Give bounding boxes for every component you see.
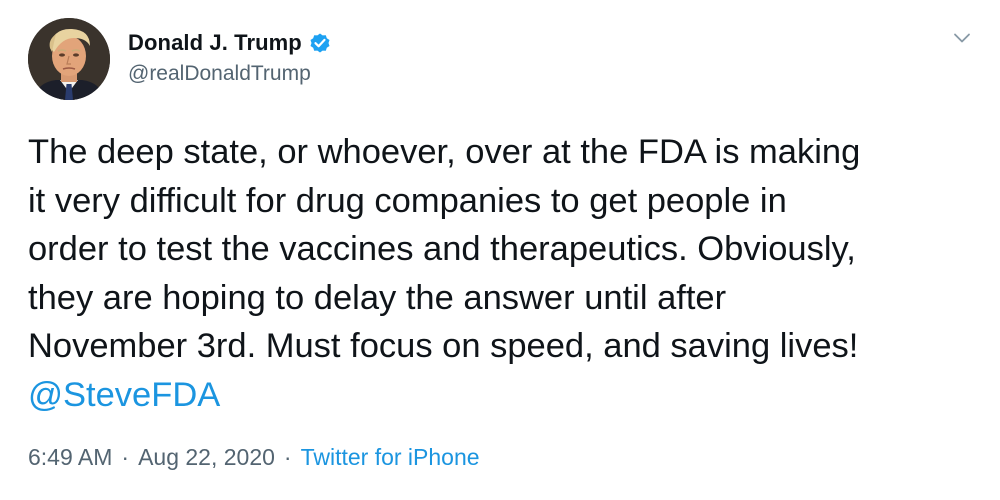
mention-link[interactable]: @SteveFDA bbox=[28, 371, 220, 420]
tweet-date[interactable]: Aug 22, 2020 bbox=[138, 444, 275, 471]
meta-separator: · bbox=[121, 444, 130, 470]
tweet-header: Donald J. Trump @realDonaldTrump bbox=[128, 28, 332, 86]
author-name[interactable]: Donald J. Trump bbox=[128, 30, 302, 56]
author-handle[interactable]: @realDonaldTrump bbox=[128, 62, 332, 86]
meta-separator: · bbox=[283, 444, 292, 470]
name-row: Donald J. Trump bbox=[128, 28, 332, 58]
tweet-card: Donald J. Trump @realDonaldTrump The dee… bbox=[0, 0, 1000, 500]
chevron-down-icon[interactable] bbox=[952, 28, 972, 48]
tweet-time[interactable]: 6:49 AM bbox=[28, 444, 112, 471]
avatar[interactable] bbox=[28, 18, 110, 100]
tweet-meta: 6:49 AM · Aug 22, 2020 · Twitter for iPh… bbox=[28, 444, 480, 471]
avatar-image bbox=[28, 18, 110, 100]
tweet-text: The deep state, or whoever, over at the … bbox=[28, 133, 861, 365]
verified-badge-icon bbox=[308, 31, 332, 55]
tweet-source-link[interactable]: Twitter for iPhone bbox=[301, 444, 480, 471]
